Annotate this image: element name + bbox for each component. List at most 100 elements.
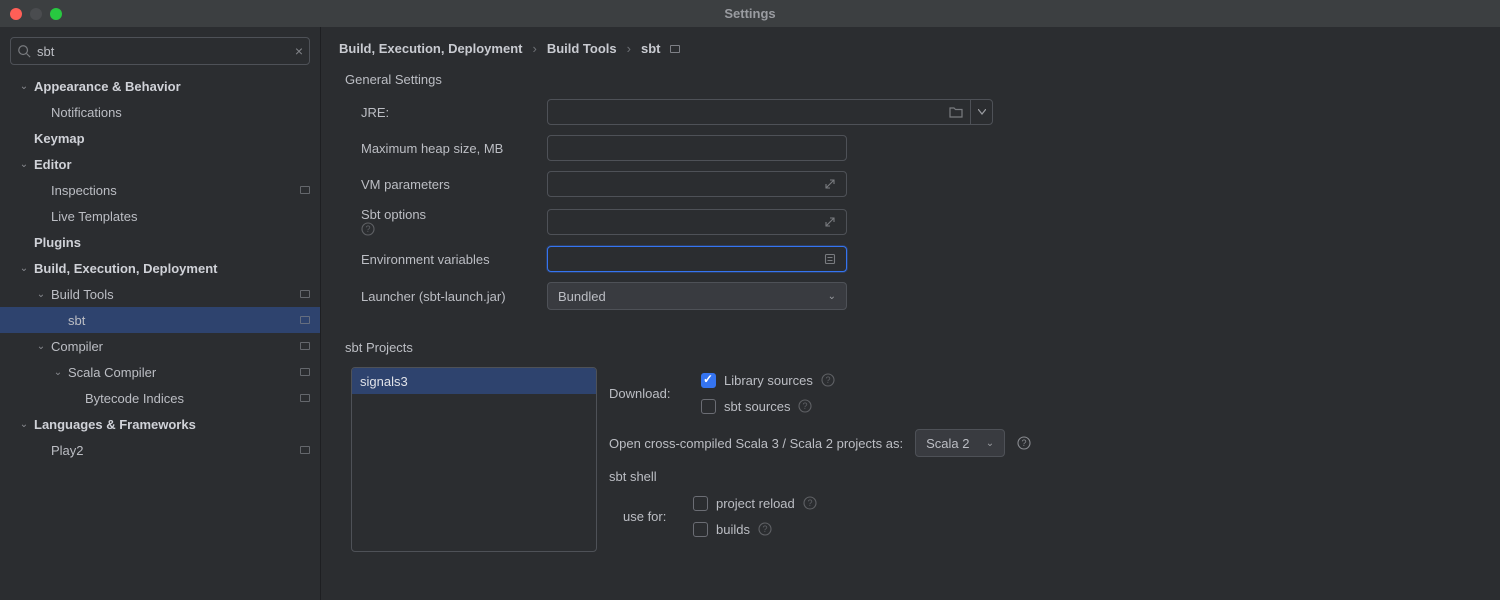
jre-label: JRE:	[361, 105, 547, 120]
expand-arrow-icon[interactable]: ⌄	[35, 289, 47, 300]
search-input[interactable]	[31, 44, 295, 59]
jre-dropdown-button[interactable]	[970, 99, 992, 125]
sidebar-item-label: Editor	[34, 157, 310, 172]
sidebar-item-label: sbt	[68, 313, 300, 328]
help-icon[interactable]: ?	[758, 522, 772, 536]
max-heap-field[interactable]	[547, 135, 847, 161]
project-scope-icon	[300, 446, 310, 454]
project-reload-checkbox[interactable]	[693, 496, 708, 511]
sidebar-item[interactable]: Play2	[0, 437, 320, 463]
launcher-select[interactable]: Bundled ⌄	[547, 282, 847, 310]
expand-arrow-icon[interactable]: ⌄	[18, 159, 30, 170]
general-settings-form: JRE: Maximum heap size, MB	[321, 99, 1500, 320]
sidebar-item[interactable]: ⌄ Build, Execution, Deployment	[0, 255, 320, 281]
sidebar-item[interactable]: sbt	[0, 307, 320, 333]
sidebar-item[interactable]: Keymap	[0, 125, 320, 151]
expand-icon[interactable]	[820, 174, 840, 194]
vm-params-label: VM parameters	[361, 177, 547, 192]
expand-icon[interactable]	[820, 212, 840, 232]
sbt-sources-checkbox[interactable]	[701, 399, 716, 414]
section-projects-title: sbt Projects	[321, 320, 1500, 367]
sidebar-item-label: Appearance & Behavior	[34, 79, 310, 94]
sidebar-item[interactable]: Live Templates	[0, 203, 320, 229]
project-scope-icon	[670, 45, 680, 53]
project-scope-icon	[300, 368, 310, 376]
sidebar-item[interactable]: Notifications	[0, 99, 320, 125]
expand-arrow-icon[interactable]: ⌄	[18, 81, 30, 92]
breadcrumb-sep: ›	[532, 41, 536, 56]
sbt-projects-list[interactable]: signals3	[351, 367, 597, 552]
svg-text:?: ?	[762, 524, 767, 534]
settings-search[interactable]: ×	[10, 37, 310, 65]
list-edit-icon[interactable]	[820, 249, 840, 269]
svg-text:?: ?	[365, 224, 370, 234]
sbt-sources-label: sbt sources	[724, 399, 790, 414]
library-sources-checkbox[interactable]	[701, 373, 716, 388]
open-cross-select[interactable]: Scala 2 ⌄	[915, 429, 1005, 457]
jre-field[interactable]	[547, 99, 993, 125]
help-icon[interactable]: ?	[1017, 436, 1031, 450]
sidebar-item[interactable]: Bytecode Indices	[0, 385, 320, 411]
sbt-shell-label: sbt shell	[609, 469, 1031, 484]
sbt-project-item[interactable]: signals3	[352, 368, 596, 394]
help-icon[interactable]: ?	[361, 222, 547, 236]
chevron-down-icon: ⌄	[986, 438, 994, 449]
sidebar-item-label: Play2	[51, 443, 300, 458]
open-cross-label: Open cross-compiled Scala 3 / Scala 2 pr…	[609, 436, 903, 451]
sbt-options-label: Sbt options ?	[361, 207, 547, 236]
project-scope-icon	[300, 316, 310, 324]
sidebar-item-label: Bytecode Indices	[85, 391, 300, 406]
sidebar-item[interactable]: ⌄Scala Compiler	[0, 359, 320, 385]
sidebar-item[interactable]: ⌄ Compiler	[0, 333, 320, 359]
clear-search-icon[interactable]: ×	[295, 43, 303, 59]
chevron-down-icon: ⌄	[828, 291, 836, 302]
expand-arrow-icon[interactable]: ⌄	[52, 367, 64, 378]
help-icon[interactable]: ?	[803, 496, 817, 510]
sidebar-item[interactable]: ⌄ Build Tools	[0, 281, 320, 307]
sidebar-item[interactable]: ⌄ Appearance & Behavior	[0, 73, 320, 99]
sidebar-item-label: Compiler	[51, 339, 300, 354]
sidebar-item-label: Inspections	[51, 183, 300, 198]
project-detail: Download: Library sources ? sbt sources	[597, 367, 1031, 552]
breadcrumb-item[interactable]: sbt	[641, 41, 661, 56]
expand-arrow-icon[interactable]: ⌄	[35, 341, 47, 352]
builds-label: builds	[716, 522, 750, 537]
project-reload-label: project reload	[716, 496, 795, 511]
env-vars-field[interactable]	[547, 246, 847, 272]
expand-arrow-icon[interactable]: ⌄	[18, 263, 30, 274]
window-controls	[10, 8, 62, 20]
sidebar-item-label: Live Templates	[51, 209, 310, 224]
builds-checkbox[interactable]	[693, 522, 708, 537]
env-vars-label: Environment variables	[361, 252, 547, 267]
help-icon[interactable]: ?	[821, 373, 835, 387]
folder-icon[interactable]	[946, 102, 966, 122]
use-for-label: use for:	[623, 509, 693, 524]
sidebar-item-label: Build, Execution, Deployment	[34, 261, 310, 276]
breadcrumb-item[interactable]: Build Tools	[547, 41, 617, 56]
project-scope-icon	[300, 290, 310, 298]
titlebar: Settings	[0, 0, 1500, 27]
svg-text:?: ?	[803, 401, 808, 411]
sidebar-item-label: Languages & Frameworks	[34, 417, 310, 432]
window-title: Settings	[724, 6, 775, 21]
breadcrumb: Build, Execution, Deployment › Build Too…	[321, 27, 1500, 70]
minimize-window-button[interactable]	[30, 8, 42, 20]
launcher-value: Bundled	[558, 289, 818, 304]
sidebar-item[interactable]: Plugins	[0, 229, 320, 255]
breadcrumb-item[interactable]: Build, Execution, Deployment	[339, 41, 522, 56]
sidebar-item[interactable]: ⌄ Editor	[0, 151, 320, 177]
expand-arrow-icon[interactable]: ⌄	[18, 419, 30, 430]
zoom-window-button[interactable]	[50, 8, 62, 20]
sbt-options-field[interactable]	[547, 209, 847, 235]
svg-text:?: ?	[807, 498, 812, 508]
project-scope-icon	[300, 394, 310, 402]
close-window-button[interactable]	[10, 8, 22, 20]
open-cross-value: Scala 2	[926, 436, 976, 451]
help-icon[interactable]: ?	[798, 399, 812, 413]
sidebar-item-label: Build Tools	[51, 287, 300, 302]
search-icon	[17, 44, 31, 58]
max-heap-label: Maximum heap size, MB	[361, 141, 547, 156]
sidebar-item[interactable]: Inspections	[0, 177, 320, 203]
sidebar-item[interactable]: ⌄ Languages & Frameworks	[0, 411, 320, 437]
vm-params-field[interactable]	[547, 171, 847, 197]
